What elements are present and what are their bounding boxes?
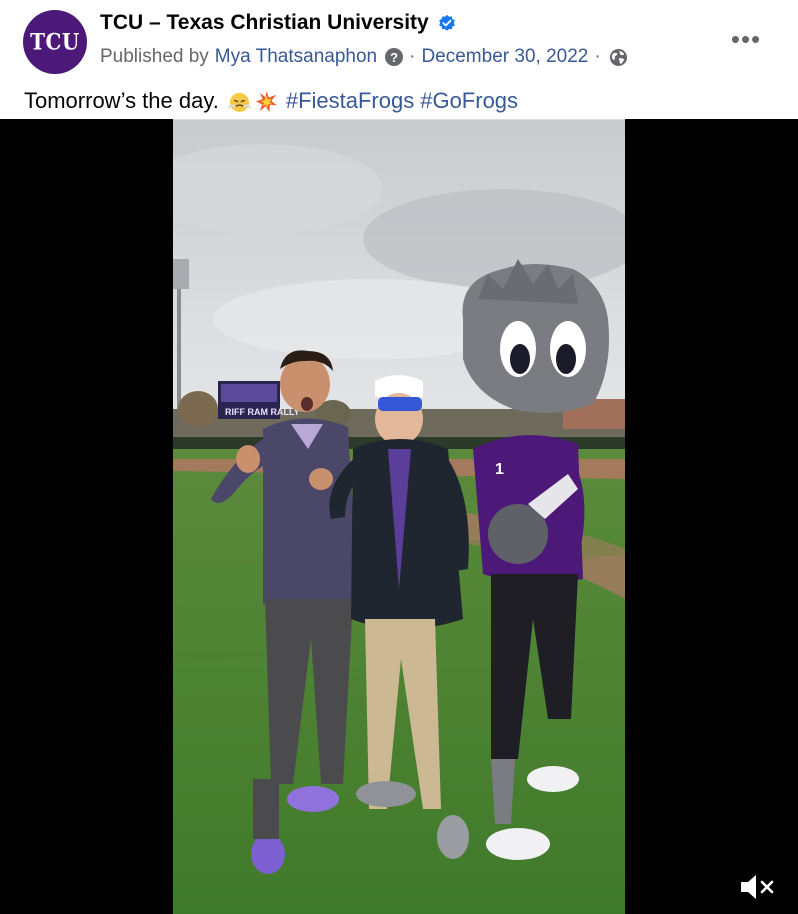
video-controls	[0, 858, 798, 914]
speaker-muted-icon[interactable]	[738, 870, 776, 904]
post-date-link[interactable]: December 30, 2022	[421, 46, 588, 68]
video-frame[interactable]: RIFF RAM RALLY 1	[173, 119, 625, 914]
page-name[interactable]: TCU – Texas Christian University	[100, 11, 456, 35]
page-avatar[interactable]: TCU	[23, 10, 87, 74]
mascot-jersey-number: 1	[495, 461, 504, 478]
question-icon[interactable]: ?	[385, 48, 404, 66]
post-meta: Published by Mya Thatsanaphon ? · Decemb…	[100, 46, 628, 68]
hashtag-link[interactable]: #GoFrogs	[420, 88, 518, 114]
page-name-label[interactable]: TCU – Texas Christian University	[100, 11, 429, 35]
avatar-logo-text: TCU	[30, 28, 80, 56]
video-still-image: RIFF RAM RALLY 1	[173, 119, 625, 914]
steaming-face-emoji	[227, 92, 251, 112]
post-caption: Tomorrow’s the day. #FiestaFrogs #GoFrog…	[24, 88, 518, 114]
caption-text: Tomorrow’s the day.	[24, 88, 219, 113]
meta-separator: ·	[409, 46, 416, 67]
collision-emoji	[255, 90, 277, 112]
video-player[interactable]: RIFF RAM RALLY 1	[0, 119, 798, 914]
more-options-icon: •••	[730, 24, 762, 54]
scoreboard-text: RIFF RAM RALLY	[225, 407, 300, 417]
more-options-button[interactable]: •••	[728, 26, 764, 52]
verified-badge-icon	[438, 14, 455, 31]
published-by-label: Published by	[100, 46, 209, 67]
post-header: TCU TCU – Texas Christian University Pub…	[0, 0, 798, 84]
globe-icon[interactable]	[609, 48, 628, 67]
publisher-link[interactable]: Mya Thatsanaphon	[215, 46, 377, 68]
meta-separator: ·	[594, 46, 601, 67]
hashtag-link[interactable]: #FiestaFrogs	[286, 88, 414, 114]
